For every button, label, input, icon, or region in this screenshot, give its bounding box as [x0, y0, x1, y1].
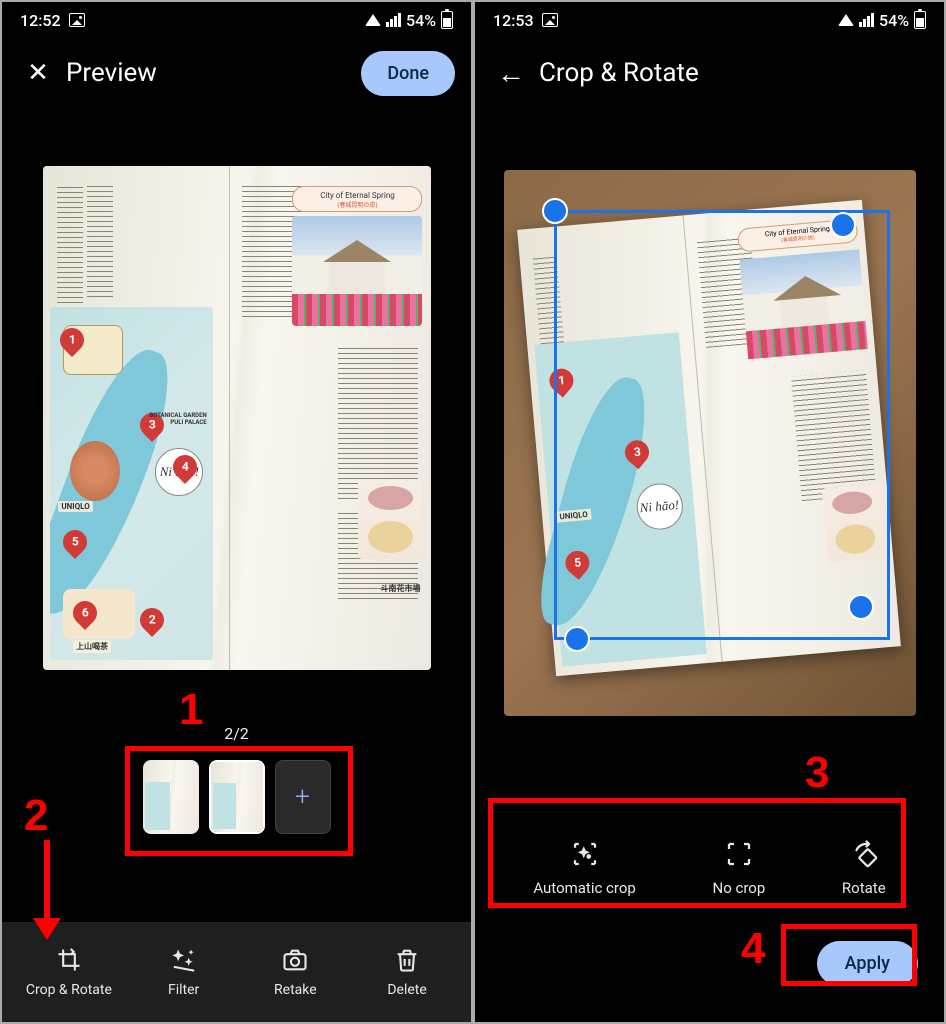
no-crop-button[interactable]: No crop: [713, 839, 766, 897]
callout-4: 4: [741, 924, 765, 974]
signal-icon: [859, 13, 874, 27]
crop-frame[interactable]: [554, 210, 890, 640]
no-crop-icon: [724, 839, 754, 869]
crop-actions-row: Automatic crop No crop Rotate: [475, 839, 944, 897]
crop-handle-tr[interactable]: [830, 212, 856, 238]
battery-icon: [914, 11, 926, 29]
battery-icon: [441, 11, 453, 29]
signal-icon: [386, 13, 401, 27]
add-page-button[interactable]: +: [275, 760, 331, 834]
crop-handle-br[interactable]: [848, 594, 874, 620]
map-label-uniqlo: UNIQLO: [58, 501, 92, 512]
city-heading: City of Eternal Spring(春城昆明の旅): [292, 186, 422, 212]
picture-icon: [69, 13, 85, 27]
filter-icon: [170, 946, 198, 974]
rotate-icon: [849, 839, 879, 869]
scan-preview[interactable]: Ni hăo! 1 3 4 5 6 2 UNIQLO 上山喝茶 BOTANICA…: [43, 166, 431, 670]
delete-label: Delete: [387, 982, 426, 998]
thumbnail-2[interactable]: [209, 760, 265, 834]
trash-icon: [393, 946, 421, 974]
close-button[interactable]: ✕: [18, 53, 58, 93]
page-counter: 2/2: [224, 724, 249, 743]
auto-crop-button[interactable]: Automatic crop: [533, 839, 636, 897]
crop-content: 1 3 Ni hăo! 5 UNIQLO City of Eternal Spr…: [475, 108, 944, 1022]
done-button[interactable]: Done: [361, 51, 455, 96]
crop-handle-bl[interactable]: [564, 626, 590, 652]
app-bar: ✕ Preview Done: [2, 38, 471, 108]
retake-label: Retake: [274, 982, 317, 998]
time-label: 12:52: [20, 11, 61, 30]
auto-crop-label: Automatic crop: [533, 879, 636, 897]
back-button[interactable]: ←: [491, 53, 531, 93]
retake-button[interactable]: Retake: [255, 946, 335, 998]
preview-content: Ni hăo! 1 3 4 5 6 2 UNIQLO 上山喝茶 BOTANICA…: [2, 108, 471, 922]
callout-2: 2: [24, 791, 48, 841]
map-label-upmtn: 上山喝茶: [73, 640, 111, 653]
crop-rotate-label: Crop & Rotate: [26, 982, 112, 998]
picture-icon: [542, 13, 558, 27]
crop-rotate-icon: [55, 946, 83, 974]
delete-button[interactable]: Delete: [367, 946, 447, 998]
crop-rotate-button[interactable]: Crop & Rotate: [26, 946, 112, 998]
page-title: Preview: [66, 58, 361, 88]
plus-icon: +: [295, 782, 310, 812]
thumbnail-1[interactable]: [143, 760, 199, 834]
camera-icon: [281, 946, 309, 974]
time-label: 12:53: [493, 11, 534, 30]
callout-1: 1: [179, 685, 203, 735]
battery-label: 54%: [406, 11, 436, 30]
phone-crop: 12:53 54% ← Crop & Rotate 1 3 Ni hăo!: [475, 2, 944, 1022]
status-bar: 12:53 54%: [475, 2, 944, 38]
rotate-button[interactable]: Rotate: [842, 839, 886, 897]
app-bar: ← Crop & Rotate: [475, 38, 944, 108]
wifi-icon: [365, 14, 381, 26]
map-label-market: 斗南花市場: [380, 583, 420, 594]
map-label-botanic: BOTANICAL GARDENPULI PALACE: [149, 413, 206, 426]
bottom-toolbar: Crop & Rotate Filter Retake Delete: [2, 922, 471, 1022]
crop-handle-tl[interactable]: [542, 198, 568, 224]
close-icon: ✕: [27, 58, 49, 88]
phone-preview: 12:52 54% ✕ Preview Done: [2, 2, 471, 1022]
crop-canvas[interactable]: 1 3 Ni hăo! 5 UNIQLO City of Eternal Spr…: [504, 170, 916, 716]
battery-label: 54%: [879, 11, 909, 30]
apply-button[interactable]: Apply: [817, 941, 918, 986]
callout-2-arrow-line: [44, 840, 50, 920]
filter-label: Filter: [168, 982, 199, 998]
wifi-icon: [838, 14, 854, 26]
back-arrow-icon: ←: [497, 57, 525, 90]
auto-crop-icon: [570, 839, 600, 869]
filter-button[interactable]: Filter: [144, 946, 224, 998]
thumbnail-strip: +: [143, 760, 331, 834]
status-bar: 12:52 54%: [2, 2, 471, 38]
rotate-label: Rotate: [842, 879, 886, 897]
callout-3: 3: [805, 748, 829, 798]
no-crop-label: No crop: [713, 879, 766, 897]
page-title: Crop & Rotate: [539, 58, 928, 88]
